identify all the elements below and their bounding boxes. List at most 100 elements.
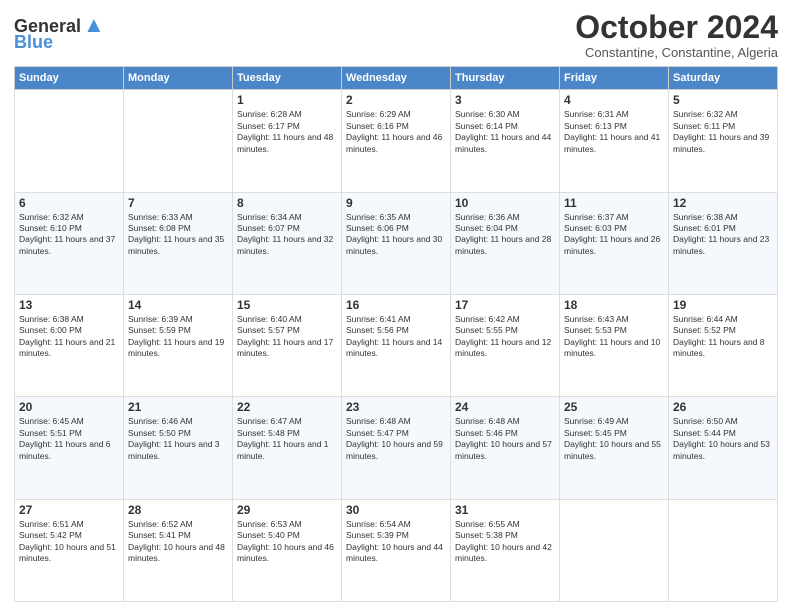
- cell-info: Sunrise: 6:30 AMSunset: 6:14 PMDaylight:…: [455, 109, 551, 153]
- day-number: 1: [237, 93, 337, 107]
- cell-info: Sunrise: 6:38 AMSunset: 6:01 PMDaylight:…: [673, 212, 769, 256]
- calendar-cell-w4-d7: 26Sunrise: 6:50 AMSunset: 5:44 PMDayligh…: [669, 397, 778, 499]
- day-number: 24: [455, 400, 555, 414]
- day-number: 30: [346, 503, 446, 517]
- calendar-cell-w1-d2: [124, 90, 233, 192]
- day-number: 19: [673, 298, 773, 312]
- cell-info: Sunrise: 6:29 AMSunset: 6:16 PMDaylight:…: [346, 109, 442, 153]
- cell-info: Sunrise: 6:48 AMSunset: 5:47 PMDaylight:…: [346, 416, 443, 460]
- calendar-cell-w5-d4: 30 Sunrise: 6:54 AMSunset: 5:39 PMDayligh…: [342, 499, 451, 601]
- header: General▲ Blue October 2024 Constantine, …: [14, 10, 778, 60]
- day-number: 16: [346, 298, 446, 312]
- cell-info: Sunrise: 6:33 AMSunset: 6:08 PMDaylight:…: [128, 212, 224, 256]
- day-number: 11: [564, 196, 664, 210]
- calendar-cell-w5-d7: [669, 499, 778, 601]
- col-monday: Monday: [124, 67, 233, 90]
- day-number: 28: [128, 503, 228, 517]
- calendar-header-row: Sunday Monday Tuesday Wednesday Thursday…: [15, 67, 778, 90]
- calendar-cell-w5-d3: 29Sunrise: 6:53 AMSunset: 5:40 PMDayligh…: [233, 499, 342, 601]
- day-number: 12: [673, 196, 773, 210]
- day-number: 6: [19, 196, 119, 210]
- cell-info: Sunrise: 6:39 AMSunset: 5:59 PMDaylight:…: [128, 314, 224, 358]
- cell-info: Sunrise: 6:45 AMSunset: 5:51 PMDaylight:…: [19, 416, 111, 460]
- cell-info: Sunrise: 6:48 AMSunset: 5:46 PMDaylight:…: [455, 416, 552, 460]
- cell-info: Sunrise: 6:49 AMSunset: 5:45 PMDaylight:…: [564, 416, 661, 460]
- logo: General▲ Blue: [14, 14, 105, 53]
- day-number: 7: [128, 196, 228, 210]
- cell-info: Sunrise: 6:47 AMSunset: 5:48 PMDaylight:…: [237, 416, 329, 460]
- calendar-cell-w1-d3: 1 Sunrise: 6:28 AMSunset: 6:17 PMDaylight…: [233, 90, 342, 192]
- cell-info: Sunrise: 6:35 AMSunset: 6:06 PMDaylight:…: [346, 212, 442, 256]
- calendar-cell-w1-d4: 2 Sunrise: 6:29 AMSunset: 6:16 PMDaylight…: [342, 90, 451, 192]
- calendar-cell-w3-d2: 14 Sunrise: 6:39 AMSunset: 5:59 PMDayligh…: [124, 294, 233, 396]
- calendar-week-3: 13 Sunrise: 6:38 AMSunset: 6:00 PMDayligh…: [15, 294, 778, 396]
- day-number: 15: [237, 298, 337, 312]
- cell-info: Sunrise: 6:38 AMSunset: 6:00 PMDaylight:…: [19, 314, 115, 358]
- cell-info: Sunrise: 6:36 AMSunset: 6:04 PMDaylight:…: [455, 212, 551, 256]
- calendar-cell-w2-d3: 8 Sunrise: 6:34 AMSunset: 6:07 PMDaylight…: [233, 192, 342, 294]
- day-number: 21: [128, 400, 228, 414]
- logo-bird-icon: ▲: [83, 12, 105, 37]
- day-number: 9: [346, 196, 446, 210]
- calendar-cell-w1-d7: 5Sunrise: 6:32 AMSunset: 6:11 PMDaylight…: [669, 90, 778, 192]
- page: General▲ Blue October 2024 Constantine, …: [0, 0, 792, 612]
- calendar-week-1: 1 Sunrise: 6:28 AMSunset: 6:17 PMDaylight…: [15, 90, 778, 192]
- calendar-cell-w4-d2: 21 Sunrise: 6:46 AMSunset: 5:50 PMDayligh…: [124, 397, 233, 499]
- calendar-cell-w2-d4: 9 Sunrise: 6:35 AMSunset: 6:06 PMDaylight…: [342, 192, 451, 294]
- cell-info: Sunrise: 6:42 AMSunset: 5:55 PMDaylight:…: [455, 314, 551, 358]
- calendar-cell-w3-d7: 19 Sunrise: 6:44 AMSunset: 5:52 PMDayligh…: [669, 294, 778, 396]
- day-number: 8: [237, 196, 337, 210]
- calendar-cell-w4-d4: 23 Sunrise: 6:48 AMSunset: 5:47 PMDayligh…: [342, 397, 451, 499]
- col-sunday: Sunday: [15, 67, 124, 90]
- cell-info: Sunrise: 6:44 AMSunset: 5:52 PMDaylight:…: [673, 314, 765, 358]
- day-number: 31: [455, 503, 555, 517]
- calendar-cell-w5-d6: [560, 499, 669, 601]
- day-number: 3: [455, 93, 555, 107]
- calendar-table: Sunday Monday Tuesday Wednesday Thursday…: [14, 66, 778, 602]
- calendar-cell-w3-d1: 13 Sunrise: 6:38 AMSunset: 6:00 PMDayligh…: [15, 294, 124, 396]
- day-number: 13: [19, 298, 119, 312]
- cell-info: Sunrise: 6:53 AMSunset: 5:40 PMDaylight:…: [237, 519, 334, 563]
- day-number: 14: [128, 298, 228, 312]
- day-number: 27: [19, 503, 119, 517]
- cell-info: Sunrise: 6:43 AMSunset: 5:53 PMDaylight:…: [564, 314, 660, 358]
- col-wednesday: Wednesday: [342, 67, 451, 90]
- calendar-cell-w4-d1: 20 Sunrise: 6:45 AMSunset: 5:51 PMDayligh…: [15, 397, 124, 499]
- cell-info: Sunrise: 6:34 AMSunset: 6:07 PMDaylight:…: [237, 212, 333, 256]
- calendar-cell-w2-d5: 10Sunrise: 6:36 AMSunset: 6:04 PMDayligh…: [451, 192, 560, 294]
- month-title: October 2024: [575, 10, 778, 45]
- cell-info: Sunrise: 6:46 AMSunset: 5:50 PMDaylight:…: [128, 416, 220, 460]
- col-thursday: Thursday: [451, 67, 560, 90]
- calendar-week-5: 27Sunrise: 6:51 AMSunset: 5:42 PMDayligh…: [15, 499, 778, 601]
- cell-info: Sunrise: 6:54 AMSunset: 5:39 PMDaylight:…: [346, 519, 443, 563]
- calendar-cell-w1-d5: 3 Sunrise: 6:30 AMSunset: 6:14 PMDaylight…: [451, 90, 560, 192]
- cell-info: Sunrise: 6:41 AMSunset: 5:56 PMDaylight:…: [346, 314, 442, 358]
- calendar-cell-w5-d2: 28Sunrise: 6:52 AMSunset: 5:41 PMDayligh…: [124, 499, 233, 601]
- col-friday: Friday: [560, 67, 669, 90]
- day-number: 17: [455, 298, 555, 312]
- calendar-cell-w3-d6: 18 Sunrise: 6:43 AMSunset: 5:53 PMDayligh…: [560, 294, 669, 396]
- day-number: 2: [346, 93, 446, 107]
- cell-info: Sunrise: 6:55 AMSunset: 5:38 PMDaylight:…: [455, 519, 552, 563]
- calendar-cell-w2-d7: 12 Sunrise: 6:38 AMSunset: 6:01 PMDayligh…: [669, 192, 778, 294]
- cell-info: Sunrise: 6:32 AMSunset: 6:11 PMDaylight:…: [673, 109, 769, 153]
- day-number: 18: [564, 298, 664, 312]
- cell-info: Sunrise: 6:28 AMSunset: 6:17 PMDaylight:…: [237, 109, 333, 153]
- calendar-cell-w3-d3: 15 Sunrise: 6:40 AMSunset: 5:57 PMDayligh…: [233, 294, 342, 396]
- calendar-cell-w4-d6: 25Sunrise: 6:49 AMSunset: 5:45 PMDayligh…: [560, 397, 669, 499]
- cell-info: Sunrise: 6:40 AMSunset: 5:57 PMDaylight:…: [237, 314, 333, 358]
- col-saturday: Saturday: [669, 67, 778, 90]
- calendar-cell-w2-d2: 7 Sunrise: 6:33 AMSunset: 6:08 PMDaylight…: [124, 192, 233, 294]
- calendar-week-4: 20 Sunrise: 6:45 AMSunset: 5:51 PMDayligh…: [15, 397, 778, 499]
- calendar-cell-w4-d5: 24 Sunrise: 6:48 AMSunset: 5:46 PMDayligh…: [451, 397, 560, 499]
- calendar-cell-w3-d5: 17 Sunrise: 6:42 AMSunset: 5:55 PMDayligh…: [451, 294, 560, 396]
- calendar-week-2: 6Sunrise: 6:32 AMSunset: 6:10 PMDaylight…: [15, 192, 778, 294]
- cell-info: Sunrise: 6:31 AMSunset: 6:13 PMDaylight:…: [564, 109, 660, 153]
- title-area: October 2024 Constantine, Constantine, A…: [575, 10, 778, 60]
- calendar-cell-w1-d6: 4Sunrise: 6:31 AMSunset: 6:13 PMDaylight…: [560, 90, 669, 192]
- calendar-cell-w1-d1: [15, 90, 124, 192]
- day-number: 23: [346, 400, 446, 414]
- day-number: 20: [19, 400, 119, 414]
- calendar-cell-w2-d1: 6Sunrise: 6:32 AMSunset: 6:10 PMDaylight…: [15, 192, 124, 294]
- calendar-cell-w2-d6: 11Sunrise: 6:37 AMSunset: 6:03 PMDayligh…: [560, 192, 669, 294]
